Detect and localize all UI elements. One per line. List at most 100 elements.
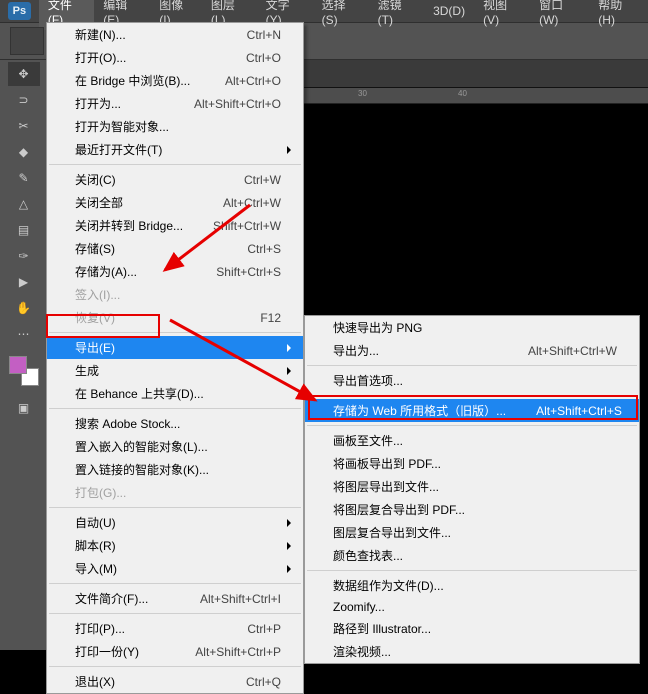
file-adobe-stock[interactable]: 搜索 Adobe Stock... — [47, 412, 303, 435]
menu-label: Zoomify... — [333, 600, 617, 614]
menu-label: 导入(M) — [75, 560, 281, 577]
file-browse-bridge[interactable]: 在 Bridge 中浏览(B)...Alt+Ctrl+O — [47, 69, 303, 92]
menu-filter[interactable]: 滤镜(T) — [369, 0, 424, 30]
file-automate[interactable]: 自动(U) — [47, 511, 303, 534]
menu-shortcut: Alt+Shift+Ctrl+P — [195, 645, 281, 659]
file-place-linked[interactable]: 置入链接的智能对象(K)... — [47, 458, 303, 481]
export-color-lookup[interactable]: 颜色查找表... — [305, 544, 639, 567]
menu-label: 脚本(R) — [75, 537, 281, 554]
menu-shortcut: Ctrl+Q — [246, 675, 281, 689]
menu-separator — [49, 332, 301, 333]
export-paths-ai[interactable]: 路径到 Illustrator... — [305, 617, 639, 640]
menu-separator — [49, 583, 301, 584]
file-save[interactable]: 存储(S)Ctrl+S — [47, 237, 303, 260]
file-print[interactable]: 打印(P)...Ctrl+P — [47, 617, 303, 640]
export-artboards-pdf[interactable]: 将画板导出到 PDF... — [305, 452, 639, 475]
tool-strip: ✥ ⊃ ✂ ◆ ✎ △ ▤ ✑ ▶ ✋ ⋯ ▣ — [0, 60, 48, 650]
file-revert: 恢复(V)F12 — [47, 306, 303, 329]
menu-window[interactable]: 窗口(W) — [530, 0, 589, 30]
menu-label: 将画板导出到 PDF... — [333, 455, 617, 472]
file-recent[interactable]: 最近打开文件(T) — [47, 138, 303, 161]
menu-label: 打包(G)... — [75, 484, 281, 501]
menu-label: 签入(I)... — [75, 286, 281, 303]
file-open-as[interactable]: 打开为...Alt+Shift+Ctrl+O — [47, 92, 303, 115]
brush-tool-icon[interactable]: ✎ — [8, 166, 40, 190]
menu-select[interactable]: 选择(S) — [313, 0, 369, 30]
file-checkin: 签入(I)... — [47, 283, 303, 306]
menu-help[interactable]: 帮助(H) — [589, 0, 646, 30]
export-prefs[interactable]: 导出首选项... — [305, 369, 639, 392]
menu-separator — [307, 570, 637, 571]
menu-shortcut: Alt+Ctrl+W — [223, 196, 281, 210]
file-scripts[interactable]: 脚本(R) — [47, 534, 303, 557]
file-close[interactable]: 关闭(C)Ctrl+W — [47, 168, 303, 191]
menu-label: 导出为... — [333, 342, 498, 359]
file-close-all[interactable]: 关闭全部 Alt+Ctrl+W — [47, 191, 303, 214]
color-swatch[interactable] — [9, 356, 39, 386]
file-behance[interactable]: 在 Behance 上共享(D)... — [47, 382, 303, 405]
move-tool-icon[interactable]: ✥ — [8, 62, 40, 86]
pen-tool-icon[interactable]: ✑ — [8, 244, 40, 268]
menu-label: 图层复合导出到文件... — [333, 524, 617, 541]
file-generate[interactable]: 生成 — [47, 359, 303, 382]
quickmask-icon[interactable]: ▣ — [8, 396, 40, 420]
path-select-icon[interactable]: ▶ — [8, 270, 40, 294]
eraser-tool-icon[interactable]: △ — [8, 192, 40, 216]
eyedropper-icon[interactable]: ◆ — [8, 140, 40, 164]
file-close-bridge[interactable]: 关闭并转到 Bridge...Shift+Ctrl+W — [47, 214, 303, 237]
export-data-sets[interactable]: 数据组作为文件(D)... — [305, 574, 639, 597]
file-exit[interactable]: 退出(X) Ctrl+Q — [47, 670, 303, 693]
menu-view[interactable]: 视图(V) — [474, 0, 530, 30]
export-quick-png[interactable]: 快速导出为 PNG — [305, 316, 639, 339]
menu-separator — [49, 164, 301, 165]
file-save-as[interactable]: 存储为(A)...Shift+Ctrl+S — [47, 260, 303, 283]
lasso-tool-icon[interactable]: ⊃ — [8, 88, 40, 112]
file-new[interactable]: 新建(N)...Ctrl+N — [47, 23, 303, 46]
export-artboards-files[interactable]: 画板至文件... — [305, 429, 639, 452]
export-layercomps-pdf[interactable]: 将图层复合导出到 PDF... — [305, 498, 639, 521]
file-export[interactable]: 导出(E) — [47, 336, 303, 359]
menu-label: 存储为 Web 所用格式（旧版）... — [333, 402, 506, 419]
export-render-video[interactable]: 渲染视频... — [305, 640, 639, 663]
menu-separator — [307, 425, 637, 426]
file-open[interactable]: 打开(O)... Ctrl+O — [47, 46, 303, 69]
export-zoomify[interactable]: Zoomify... — [305, 597, 639, 617]
menu-label: 新建(N)... — [75, 26, 217, 43]
crop-tool-icon[interactable]: ✂ — [8, 114, 40, 138]
gradient-tool-icon[interactable]: ▤ — [8, 218, 40, 242]
menu-label: 打开为... — [75, 95, 164, 112]
menu-separator — [307, 395, 637, 396]
file-import[interactable]: 导入(M) — [47, 557, 303, 580]
foreground-swatch[interactable] — [9, 356, 27, 374]
file-package: 打包(G)... — [47, 481, 303, 504]
menu-label: 颜色查找表... — [333, 547, 617, 564]
ruler-tick: 30 — [358, 89, 367, 98]
menu-label: 打印一份(Y) — [75, 643, 165, 660]
export-layers-files[interactable]: 将图层导出到文件... — [305, 475, 639, 498]
file-print-one[interactable]: 打印一份(Y) Alt+Shift+Ctrl+P — [47, 640, 303, 663]
export-as[interactable]: 导出为...Alt+Shift+Ctrl+W — [305, 339, 639, 362]
menu-separator — [49, 613, 301, 614]
menu-label: 生成 — [75, 362, 281, 379]
menu-label: 打开(O)... — [75, 49, 216, 66]
menu-shortcut: Alt+Ctrl+O — [225, 74, 281, 88]
menu-label: 退出(X) — [75, 673, 216, 690]
menu-label: 快速导出为 PNG — [333, 319, 617, 336]
file-open-smart[interactable]: 打开为智能对象... — [47, 115, 303, 138]
export-layercomps-files[interactable]: 图层复合导出到文件... — [305, 521, 639, 544]
menu-label: 导出首选项... — [333, 372, 617, 389]
menu-label: 关闭全部 — [75, 194, 193, 211]
hand-tool-icon[interactable]: ✋ — [8, 296, 40, 320]
file-place-embedded[interactable]: 置入嵌入的智能对象(L)... — [47, 435, 303, 458]
file-file-info[interactable]: 文件简介(F)...Alt+Shift+Ctrl+I — [47, 587, 303, 610]
menu-label: 文件简介(F)... — [75, 590, 170, 607]
export-save-for-web[interactable]: 存储为 Web 所用格式（旧版）...Alt+Shift+Ctrl+S — [305, 399, 639, 422]
menu-label: 将图层复合导出到 PDF... — [333, 501, 617, 518]
menu-label: 渲染视频... — [333, 643, 617, 660]
menu-shortcut: Ctrl+O — [246, 51, 281, 65]
menu-label: 关闭(C) — [75, 171, 214, 188]
menu-3d[interactable]: 3D(D) — [424, 1, 474, 21]
export-submenu: 快速导出为 PNG 导出为...Alt+Shift+Ctrl+W 导出首选项..… — [304, 315, 640, 664]
tool-preset-icon[interactable] — [10, 27, 44, 55]
more-tools-icon[interactable]: ⋯ — [8, 322, 40, 346]
